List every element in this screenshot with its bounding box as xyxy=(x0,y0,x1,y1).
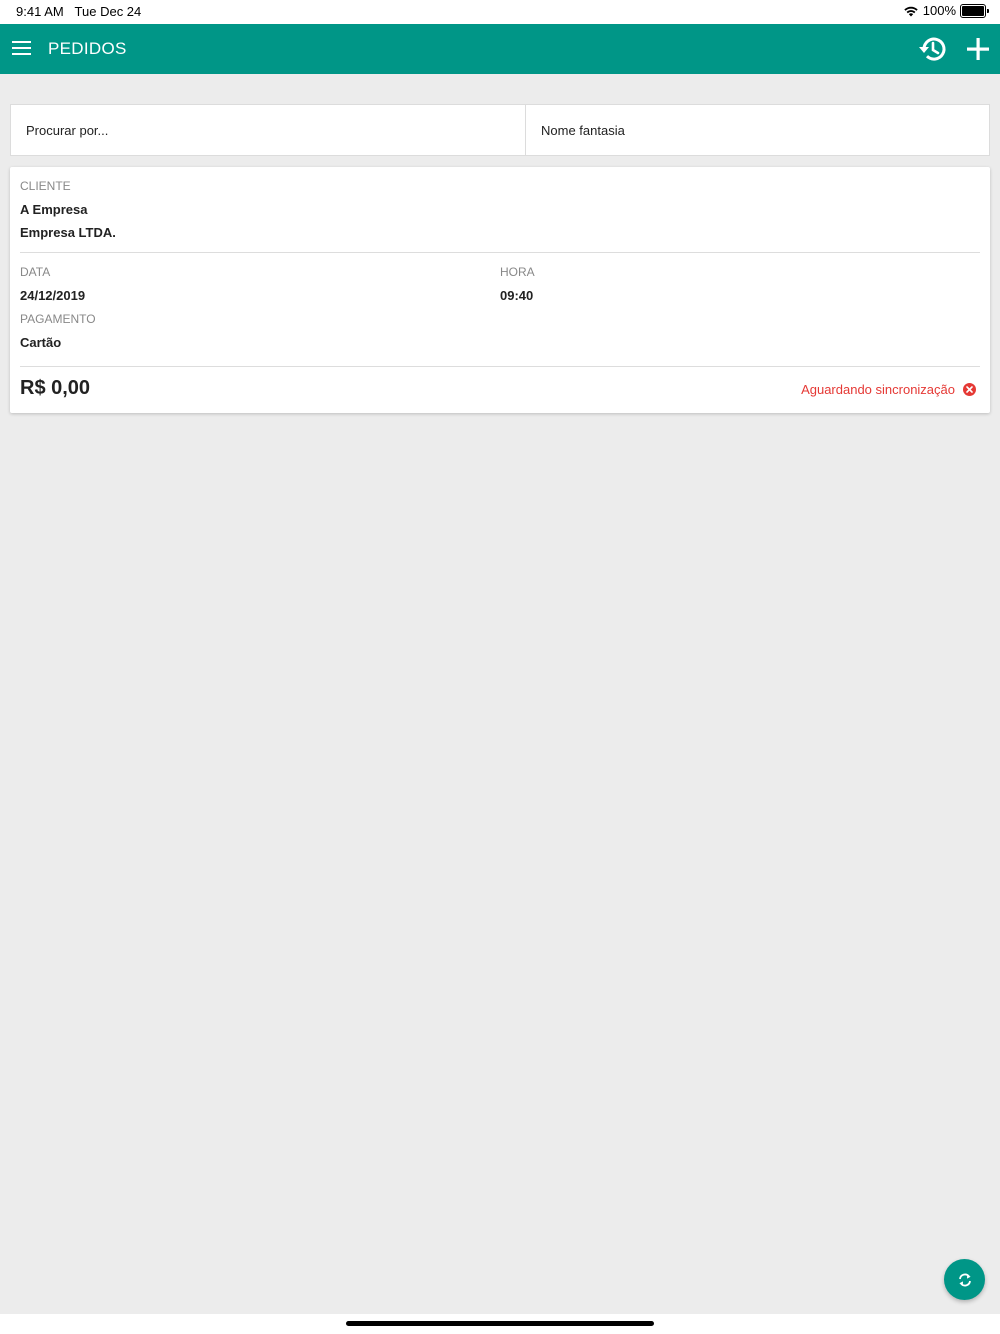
time-value: 09:40 xyxy=(500,288,534,303)
client-name: A Empresa xyxy=(20,202,88,217)
plus-icon xyxy=(967,38,989,60)
battery-percent: 100% xyxy=(922,3,956,18)
sync-icon xyxy=(958,1273,971,1286)
search-input[interactable] xyxy=(10,104,526,156)
error-circle-icon xyxy=(963,383,976,396)
search-filter-select[interactable]: Nome fantasia xyxy=(526,104,990,156)
order-total: R$ 0,00 xyxy=(20,377,91,399)
date-value: 24/12/2019 xyxy=(20,288,86,303)
order-card[interactable]: CLIENTE A Empresa Empresa LTDA. DATA 24/… xyxy=(10,167,990,413)
app-bar: PEDIDOS xyxy=(0,24,1000,74)
menu-button[interactable] xyxy=(10,36,34,60)
status-date-text: Tue Dec 24 xyxy=(74,4,142,19)
time-label: HORA xyxy=(500,265,535,279)
client-company: Empresa LTDA. xyxy=(20,225,116,240)
history-button[interactable] xyxy=(915,32,949,66)
hamburger-menu-icon xyxy=(12,41,31,55)
date-label: DATA xyxy=(20,265,51,279)
history-icon xyxy=(919,37,946,61)
search-row: Nome fantasia xyxy=(10,104,990,156)
sync-status: Aguardando sincronização xyxy=(801,382,976,397)
status-bar: 9:41 AM Tue Dec 24 100% xyxy=(0,0,1000,24)
home-indicator[interactable] xyxy=(346,1321,654,1326)
card-divider xyxy=(20,252,980,253)
wifi-icon xyxy=(904,6,918,16)
sync-button[interactable] xyxy=(944,1259,985,1300)
status-time: 9:41 AM Tue Dec 24 xyxy=(16,4,141,19)
sync-status-text: Aguardando sincronização xyxy=(801,382,955,397)
client-label: CLIENTE xyxy=(20,179,71,193)
status-time-text: 9:41 AM xyxy=(16,4,64,19)
status-right: 100% xyxy=(903,3,989,18)
card-divider xyxy=(20,366,980,367)
payment-label: PAGAMENTO xyxy=(20,312,96,326)
add-order-button[interactable] xyxy=(961,32,995,66)
battery-icon xyxy=(960,3,989,18)
page-title: PEDIDOS xyxy=(48,39,127,58)
payment-value: Cartão xyxy=(20,335,62,350)
search-filter-label: Nome fantasia xyxy=(541,122,625,138)
